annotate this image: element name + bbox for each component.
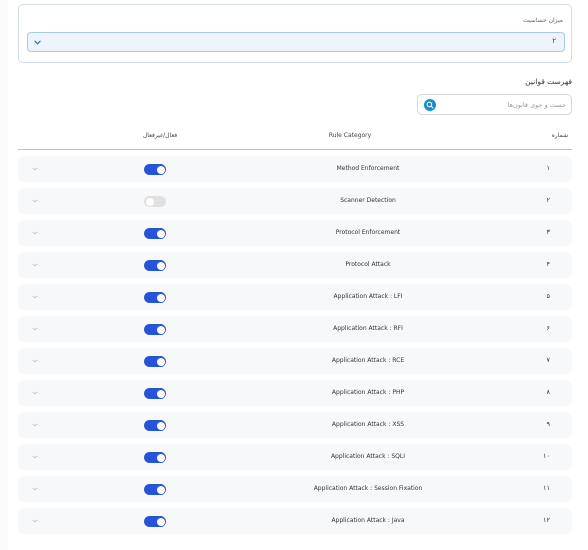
sensitivity-select-value: ۲	[552, 37, 556, 45]
table-row[interactable]: Scanner Detection ۲	[18, 188, 572, 214]
rule-category: Application Attack : LFI	[333, 293, 403, 300]
chevron-down-icon[interactable]	[32, 230, 38, 236]
rule-category: Application Attack : RCE	[331, 357, 405, 364]
toggle-knob	[156, 229, 165, 238]
table-row[interactable]: Protocol Enforcement ۳	[18, 220, 572, 246]
rule-number: ۴	[546, 260, 551, 268]
chevron-down-icon[interactable]	[32, 390, 38, 396]
table-row[interactable]: Application Attack : RCE ۷	[18, 348, 572, 374]
table-row[interactable]: Protocol Attack ۴	[18, 252, 572, 278]
sensitivity-select[interactable]: ۲	[27, 32, 565, 52]
toggle-knob	[156, 485, 165, 494]
rule-number: ۱۲	[543, 516, 550, 524]
rule-toggle[interactable]	[144, 388, 166, 399]
rule-category: Application Attack : XSS	[331, 421, 405, 428]
toggle-knob	[145, 197, 154, 206]
rule-category: Method Enforcement	[336, 165, 400, 172]
toggle-knob	[156, 165, 165, 174]
rule-number: ۱۱	[543, 484, 550, 492]
rule-toggle[interactable]	[144, 516, 166, 527]
toggle-knob	[156, 421, 165, 430]
rules-table-body: Method Enforcement ۱ Scanner Detection ۲ Pro…	[18, 156, 572, 540]
toggle-knob	[156, 389, 165, 398]
rule-category: Application Attack : SQLI	[330, 453, 406, 460]
left-edge-strip	[0, 0, 8, 550]
table-row[interactable]: Application Attack : LFI ۵	[18, 284, 572, 310]
search-icon[interactable]	[424, 99, 436, 111]
rule-category: Application Attack : RFI	[333, 325, 403, 332]
column-header-number: شماره	[551, 132, 568, 139]
rules-search-box	[417, 94, 572, 115]
rule-number: ۵	[546, 292, 551, 300]
rule-number: ۱	[546, 164, 551, 172]
rules-list-title: فهرست قوانین	[525, 77, 572, 86]
table-row[interactable]: Application Attack : XSS ۹	[18, 412, 572, 438]
toggle-knob	[156, 293, 165, 302]
column-header-category: Rule Category	[328, 132, 372, 139]
rule-toggle[interactable]	[144, 292, 166, 303]
chevron-down-icon[interactable]	[32, 422, 38, 428]
rule-number: ۳	[546, 228, 551, 236]
table-row[interactable]: Application Attack : RFI ۶	[18, 316, 572, 342]
rule-category: Application Attack : PHP	[331, 389, 405, 396]
header-divider	[18, 149, 572, 150]
rule-toggle[interactable]	[144, 196, 166, 207]
rule-toggle[interactable]	[144, 164, 166, 175]
rule-toggle[interactable]	[144, 420, 166, 431]
chevron-down-icon[interactable]	[32, 166, 38, 172]
table-row[interactable]: Application Attack : Session Fixation ۱۱	[18, 476, 572, 502]
toggle-knob	[156, 261, 165, 270]
toggle-knob	[156, 453, 165, 462]
rule-number: ۹	[546, 420, 551, 428]
waf-rules-page: میزان حساسیت ۲ فهرست قوانین شماره Rule C…	[0, 0, 588, 550]
table-row[interactable]: Application Attack : PHP ۸	[18, 380, 572, 406]
column-header-active: فعال/غیرفعال	[142, 132, 178, 139]
table-row[interactable]: Application Attack : SQLI ۱۰	[18, 444, 572, 470]
rule-category: Application Attack : Session Fixation	[313, 485, 423, 492]
rule-category: Protocol Attack	[345, 261, 391, 268]
rules-search-input[interactable]	[442, 98, 566, 112]
chevron-down-icon[interactable]	[32, 198, 38, 204]
chevron-down-icon[interactable]	[32, 518, 38, 524]
rule-toggle[interactable]	[144, 484, 166, 495]
sensitivity-card: میزان حساسیت ۲	[18, 4, 572, 63]
rule-category: Protocol Enforcement	[335, 229, 401, 236]
rule-number: ۱۰	[543, 452, 550, 460]
rule-toggle[interactable]	[144, 260, 166, 271]
table-row[interactable]: Method Enforcement ۱	[18, 156, 572, 182]
rule-toggle[interactable]	[144, 356, 166, 367]
rule-number: ۲	[546, 196, 551, 204]
rule-toggle[interactable]	[144, 452, 166, 463]
rule-category: Scanner Detection	[340, 197, 396, 204]
chevron-down-icon[interactable]	[32, 262, 38, 268]
chevron-down-icon[interactable]	[32, 486, 38, 492]
chevron-down-icon[interactable]	[32, 326, 38, 332]
toggle-knob	[156, 357, 165, 366]
chevron-down-icon[interactable]	[32, 454, 38, 460]
rule-number: ۸	[546, 388, 551, 396]
rule-number: ۷	[546, 356, 551, 364]
chevron-down-icon	[34, 40, 41, 45]
toggle-knob	[156, 517, 165, 526]
rule-number: ۶	[546, 324, 551, 332]
sensitivity-label: میزان حساسیت	[523, 17, 563, 24]
table-row[interactable]: Application Attack : Java ۱۲	[18, 508, 572, 534]
toggle-knob	[156, 325, 165, 334]
chevron-down-icon[interactable]	[32, 358, 38, 364]
chevron-down-icon[interactable]	[32, 294, 38, 300]
rule-category: Application Attack : Java	[331, 517, 405, 524]
rule-toggle[interactable]	[144, 228, 166, 239]
rule-toggle[interactable]	[144, 324, 166, 335]
